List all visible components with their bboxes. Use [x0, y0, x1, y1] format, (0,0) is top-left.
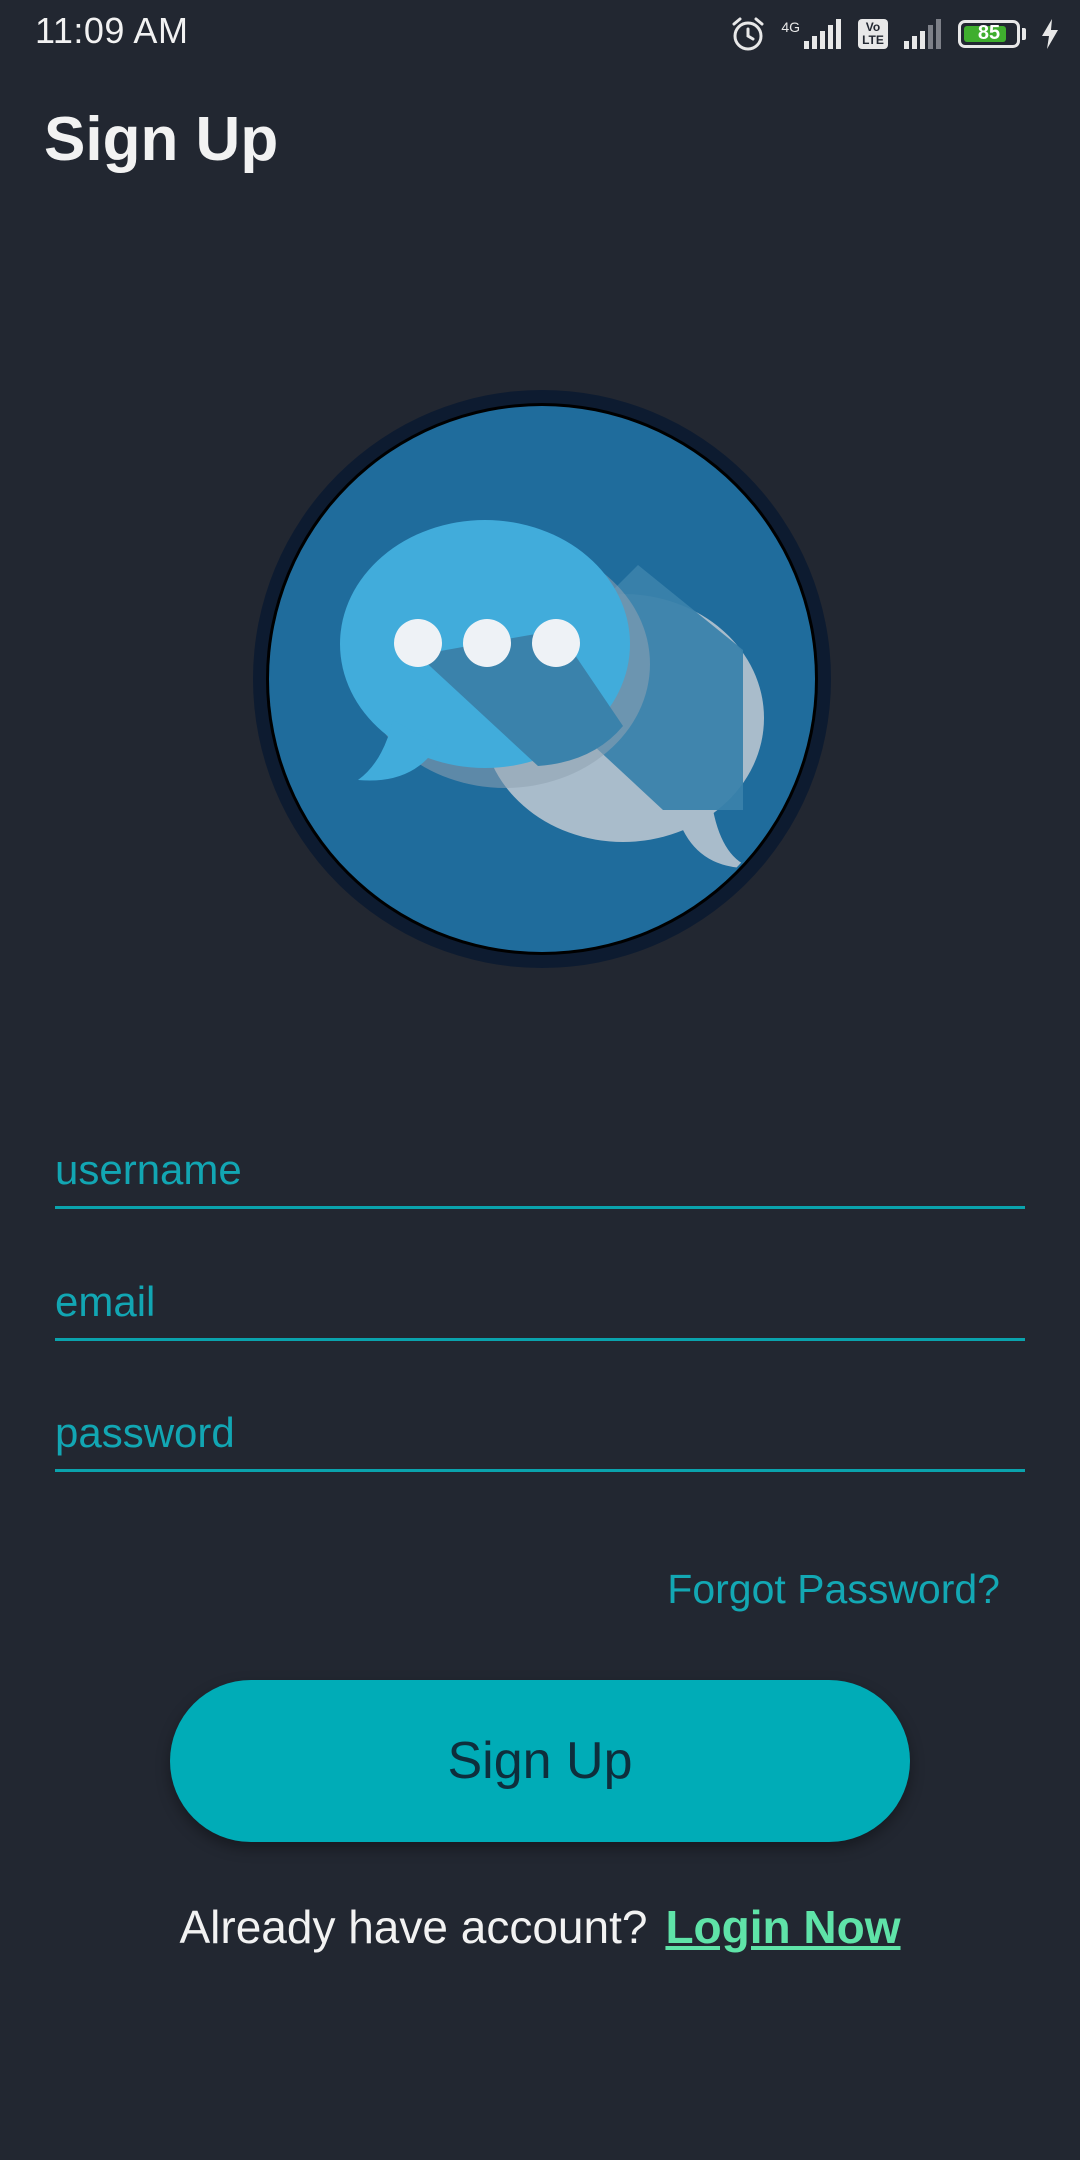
network-label: 4G — [781, 19, 800, 35]
signup-button-label: Sign Up — [447, 1732, 633, 1790]
chat-bubbles-icon — [253, 390, 831, 968]
charging-bolt-icon — [1040, 19, 1060, 49]
status-time: 11:09 AM — [35, 10, 189, 51]
email-field[interactable]: email — [55, 1278, 1025, 1341]
volte-icon: Vo LTE — [858, 19, 888, 49]
password-placeholder: password — [55, 1409, 235, 1456]
volte-label: Vo LTE — [862, 20, 884, 47]
signal-icon — [902, 19, 944, 49]
battery-percent: 85 — [977, 22, 1001, 44]
signup-button[interactable]: Sign Up — [170, 1680, 910, 1842]
username-placeholder: username — [55, 1146, 242, 1193]
signup-screen: 11:09 AM 4G Vo LTE 85 Sign Up username e… — [0, 0, 1080, 2160]
status-icons: 4G Vo LTE 85 — [729, 12, 1060, 56]
login-prompt: Already have account? Login Now — [0, 1900, 1080, 1954]
alarm-icon — [729, 15, 767, 53]
email-placeholder: email — [55, 1278, 156, 1325]
forgot-password-link[interactable]: Forgot Password? — [667, 1566, 1000, 1613]
battery-tip — [1022, 28, 1026, 40]
username-field[interactable]: username — [55, 1146, 1025, 1209]
login-prompt-text: Already have account? — [179, 1901, 648, 1953]
status-bar: 11:09 AM 4G Vo LTE 85 — [0, 0, 1080, 66]
password-field[interactable]: password — [55, 1409, 1025, 1472]
page-title: Sign Up — [44, 105, 279, 174]
login-now-link[interactable]: Login Now — [665, 1901, 900, 1953]
signal-4g-icon: 4G — [781, 19, 844, 49]
battery-icon: 85 — [958, 20, 1020, 48]
